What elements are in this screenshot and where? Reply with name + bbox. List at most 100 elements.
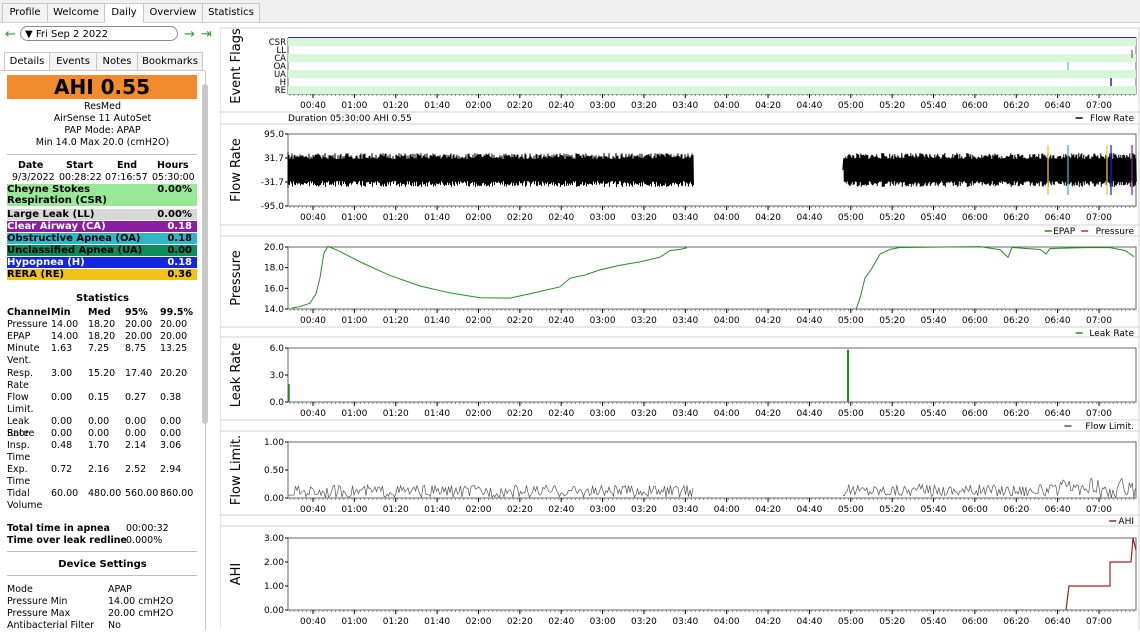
x-tick-label: 07:00 — [1086, 409, 1112, 419]
previous-day-arrow-icon[interactable]: ← — [5, 28, 16, 41]
x-tick-label: 04:00 — [714, 617, 740, 627]
x-tick-label: 06:40 — [1045, 316, 1071, 326]
x-tick-label: 06:00 — [962, 101, 988, 111]
y-tick-label: 20.0 — [264, 243, 284, 253]
flag-row-band — [288, 86, 1136, 94]
tab-daily[interactable]: Daily — [104, 3, 144, 23]
event-row: Cheyne Stokes Respiration (CSR) 0.00% — [7, 184, 197, 206]
x-tick-label: 01:20 — [383, 213, 409, 223]
x-tick-label: 04:40 — [796, 617, 822, 627]
event-row: RERA (RE) 0.36 — [7, 269, 197, 280]
setting-pressure-max-label: Pressure Max — [7, 608, 71, 619]
stats-cell: 20.00 — [125, 331, 153, 342]
x-tick-label: 05:00 — [838, 505, 864, 515]
top-tab-bar: Profile Welcome Daily Overview Statistic… — [0, 0, 1140, 23]
date-picker[interactable]: ▼ Fri Sep 2 2022 — [20, 26, 178, 41]
stats-cell: 13.25 — [160, 343, 188, 354]
session-header-start: Start — [66, 160, 94, 171]
tab-overview[interactable]: Overview — [143, 3, 203, 22]
flag-row-label: RE — [275, 86, 286, 96]
details-panel: AHI 0.55 ResMed AirSense 11 AutoSet PAP … — [0, 71, 206, 630]
x-tick-label: 03:00 — [590, 213, 616, 223]
graph-title: Leak Rate — [229, 343, 244, 407]
tab-profile[interactable]: Profile — [2, 3, 48, 22]
tab-events[interactable]: Events — [49, 52, 97, 70]
x-tick-label: 05:20 — [879, 101, 905, 111]
event-name: Obstructive Apnea (OA) — [7, 233, 141, 244]
x-tick-label: 05:00 — [838, 316, 864, 326]
tab-statistics[interactable]: Statistics — [202, 3, 260, 22]
x-tick-label: 03:40 — [672, 213, 698, 223]
tab-welcome[interactable]: Welcome — [47, 3, 105, 22]
stats-cell: 3.00 — [51, 368, 73, 379]
x-tick-label: 01:40 — [424, 409, 450, 419]
details-scrollbar[interactable] — [202, 84, 208, 424]
stats-cell: 0.00 — [51, 428, 73, 439]
legend-label: Flow Limit. — [1085, 422, 1134, 432]
stats-cell: 0.00 — [88, 416, 110, 427]
event-name: Clear Airway (CA) — [7, 221, 106, 232]
stats-channel: Snore — [7, 428, 35, 439]
x-tick-label: 02:40 — [548, 409, 574, 419]
x-tick-label: 07:00 — [1086, 316, 1112, 326]
next-day-arrow-icon[interactable]: → — [184, 28, 195, 41]
x-tick-label: 03:40 — [672, 409, 698, 419]
x-tick-label: 05:40 — [921, 505, 947, 515]
x-tick-label: 01:00 — [341, 213, 367, 223]
x-tick-label: 07:00 — [1086, 617, 1112, 627]
stats-header: 95% — [125, 307, 148, 318]
stats-cell: 480.00 — [88, 488, 122, 499]
stats-cell: 2.16 — [88, 464, 110, 475]
x-tick-label: 05:20 — [879, 213, 905, 223]
event-value: 0.00% — [157, 184, 192, 195]
x-tick-label: 01:00 — [341, 617, 367, 627]
x-tick-label: 04:40 — [796, 505, 822, 515]
x-tick-label: 02:40 — [548, 617, 574, 627]
x-tick-label: 05:40 — [921, 316, 947, 326]
x-tick-label: 04:20 — [755, 617, 781, 627]
divider — [7, 551, 197, 552]
tab-notes[interactable]: Notes — [96, 52, 138, 70]
x-tick-label: 02:20 — [507, 617, 533, 627]
stats-cell: 60.00 — [51, 488, 79, 499]
x-tick-label: 03:20 — [631, 316, 657, 326]
x-tick-label: 05:40 — [921, 409, 947, 419]
stats-cell: 20.00 — [160, 319, 188, 330]
plot-frame — [287, 37, 1137, 95]
x-tick-label: 05:20 — [879, 409, 905, 419]
legend-label: Pressure — [1096, 227, 1135, 237]
y-tick-label: 16.0 — [264, 284, 284, 294]
x-tick-label: 04:40 — [796, 213, 822, 223]
x-tick-label: 04:00 — [714, 409, 740, 419]
tab-details[interactable]: Details — [4, 52, 50, 70]
setting-pressure-max-value: 20.00 cmH2O — [108, 608, 174, 619]
y-tick-label: 95.0 — [264, 130, 284, 140]
y-tick-label: 18.0 — [264, 264, 284, 274]
graph-title: AHI — [229, 563, 244, 586]
stats-channel: Exp. Time — [7, 464, 31, 487]
event-row: Hypopnea (H) 0.18 — [7, 257, 197, 268]
event-row: Clear Airway (CA) 0.18 — [7, 221, 197, 232]
stats-cell: 20.20 — [160, 368, 188, 379]
x-tick-label: 04:00 — [714, 101, 740, 111]
stats-cell: 0.27 — [125, 392, 147, 403]
x-tick-label: 04:40 — [796, 409, 822, 419]
stats-cell: 1.63 — [51, 343, 73, 354]
stats-cell: 20.00 — [125, 319, 153, 330]
event-name: Cheyne Stokes Respiration (CSR) — [7, 184, 107, 206]
stats-channel: Insp. Time — [7, 440, 31, 463]
x-tick-label: 01:40 — [424, 617, 450, 627]
x-tick-label: 01:20 — [383, 101, 409, 111]
x-tick-label: 06:20 — [1003, 213, 1029, 223]
event-row: Large Leak (LL) 0.00% — [7, 209, 197, 220]
x-tick-label: 03:40 — [672, 316, 698, 326]
y-tick-label: 2.00 — [264, 558, 284, 568]
last-day-arrow-icon[interactable]: ⇥ — [201, 28, 212, 41]
x-tick-label: 01:40 — [424, 213, 450, 223]
divider — [7, 154, 197, 155]
graph-title: Flow Limit. — [229, 435, 244, 505]
stats-channel: Minute Vent. — [7, 343, 40, 366]
flag-row-band — [288, 38, 1136, 46]
tab-bookmarks[interactable]: Bookmarks — [137, 52, 203, 70]
x-tick-label: 06:40 — [1045, 409, 1071, 419]
